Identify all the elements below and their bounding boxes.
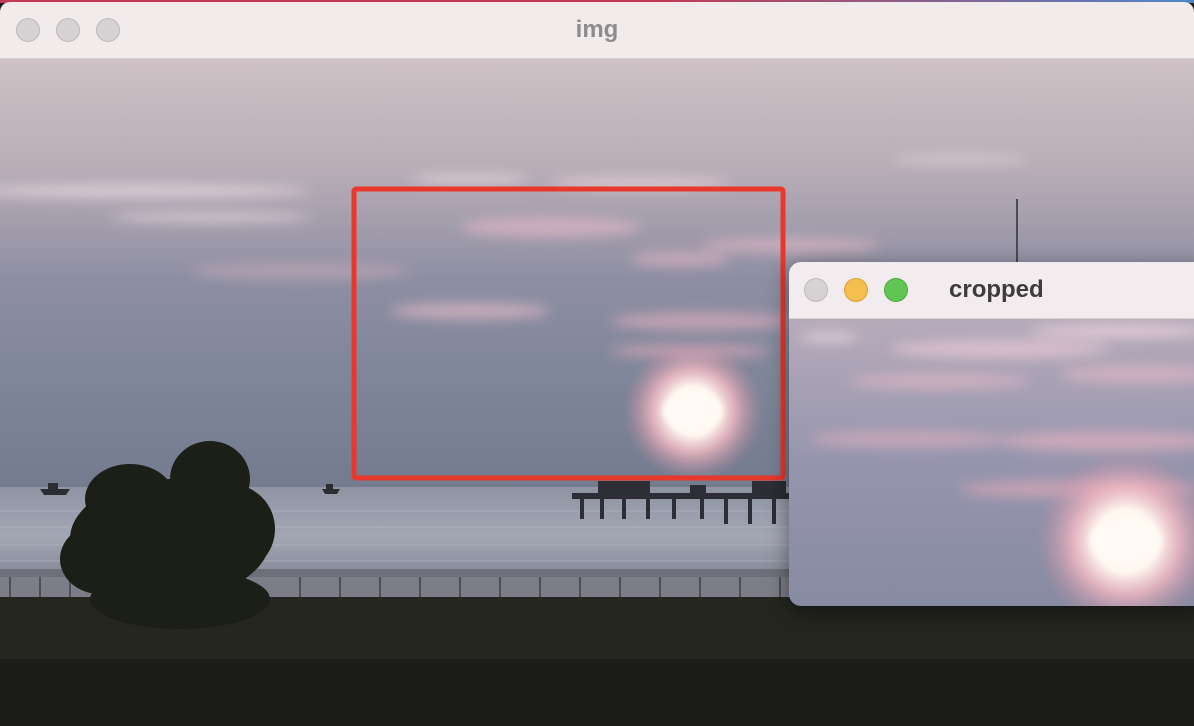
minimize-icon[interactable] — [844, 278, 868, 302]
zoom-icon[interactable] — [884, 278, 908, 302]
img-window-titlebar[interactable]: img — [0, 2, 1194, 59]
cropped-window[interactable]: cropped — [789, 262, 1194, 606]
window-title: cropped — [949, 276, 1044, 303]
close-icon[interactable] — [804, 278, 828, 302]
window-title: img — [575, 16, 619, 43]
cropped-image-canvas[interactable] — [789, 319, 1194, 606]
cropped-window-titlebar[interactable]: cropped — [789, 262, 1194, 319]
cropped-sunset-photo — [789, 319, 1194, 606]
